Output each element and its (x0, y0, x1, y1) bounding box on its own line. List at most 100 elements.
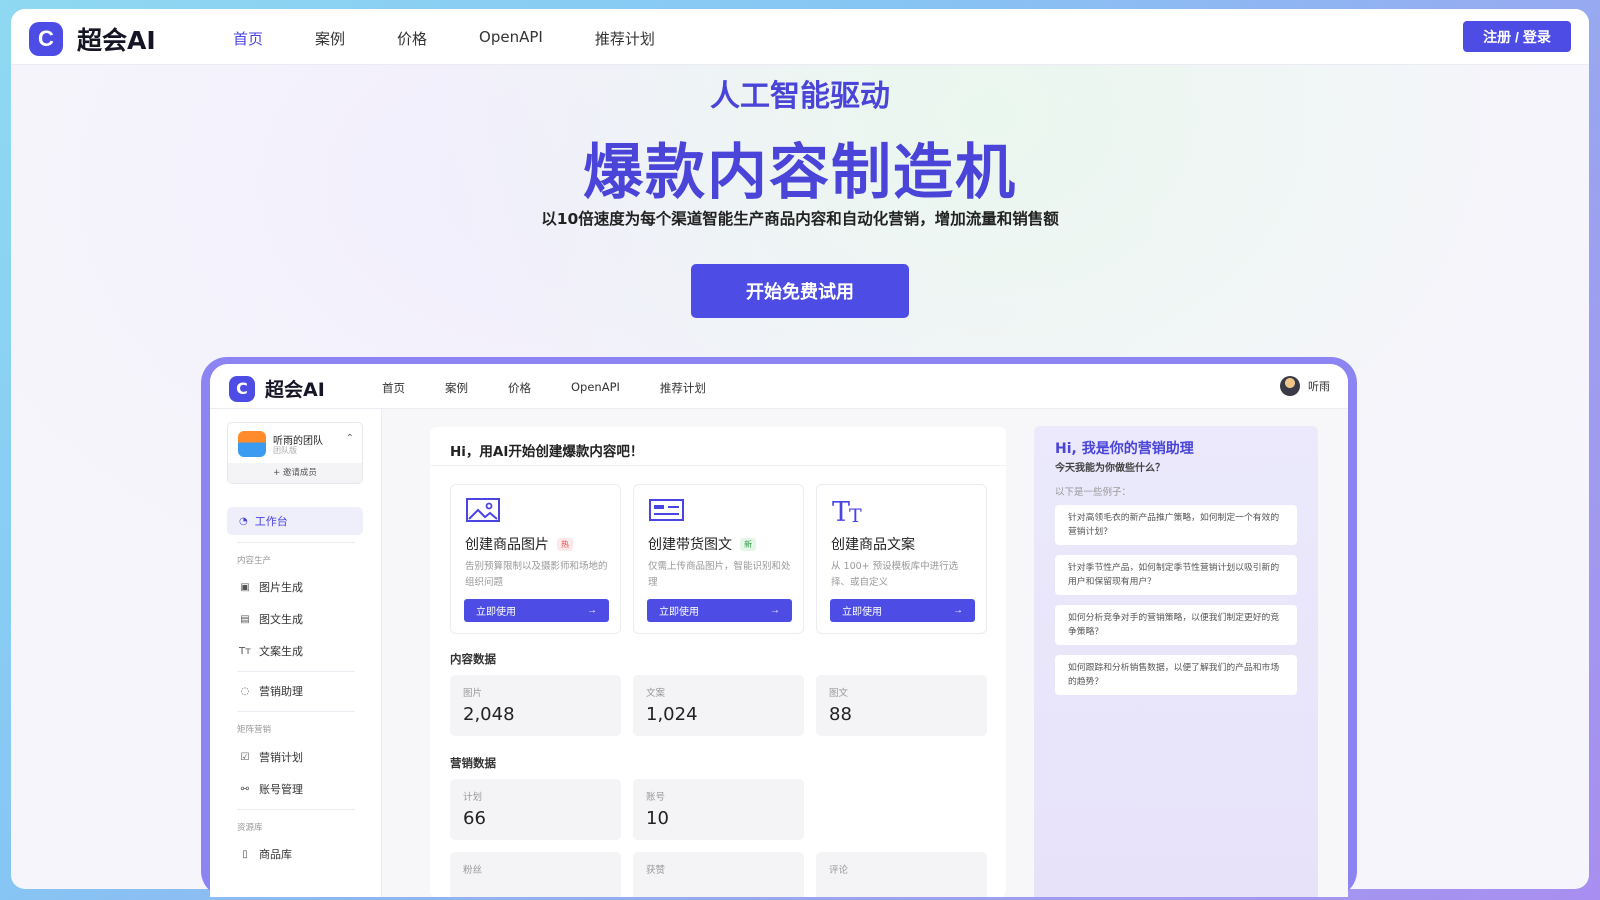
preview-logo-mark-icon: C (229, 375, 255, 402)
card-title: 创建带货图文新 (648, 534, 756, 554)
use-now-button[interactable]: 立即使用 → (464, 599, 609, 622)
example-prompt[interactable]: 如何跟踪和分析销售数据，以便了解我们的产品和市场的趋势？ (1055, 655, 1297, 695)
svg-text:T: T (832, 497, 850, 525)
file-icon: ▯ (242, 848, 248, 860)
stat-images: 图片 2,048 (450, 675, 621, 736)
hero-title: 爆款内容制造机 (583, 138, 1017, 208)
logo[interactable]: C 超会AI (29, 21, 156, 57)
start-free-trial-button[interactable]: 开始免费试用 (691, 264, 909, 318)
user-name: 听雨 (1308, 380, 1330, 393)
hero-subtitle: 以10倍速度为每个渠道智能生产商品内容和自动化营销，增加流量和销售额 (541, 210, 1059, 228)
sidebar-group-matrix: 矩阵营销 (237, 725, 272, 735)
text-icon: Tт (239, 645, 251, 657)
sidebar-item-assistant[interactable]: ◌ 营销助理 (239, 683, 303, 699)
nav-item-home[interactable]: 首页 (233, 28, 263, 49)
avatar (1280, 376, 1300, 396)
marketing-assistant-panel: Hi, 我是你的营销助理 今天我能为你做些什么？ 以下是一些例子： 针对高领毛衣… (1034, 426, 1318, 897)
logo-mark-icon: C (29, 22, 63, 56)
create-graphic-post-card[interactable]: 创建带货图文新 仅需上传商品图片，智能识别和处理 立即使用 → (633, 484, 804, 634)
team-plan: 团队版 (273, 446, 297, 455)
preview-nav-pricing[interactable]: 价格 (508, 380, 531, 396)
card-description: 从 100+ 预设模板库中进行选择、或自定义 (831, 561, 959, 588)
stat-plans: 计划 66 (450, 779, 621, 840)
sidebar-item-product-library[interactable]: ▯ 商品库 (239, 846, 292, 862)
card-description: 告别预算限制以及摄影师和场地的组织问题 (465, 561, 608, 588)
invite-member-button[interactable]: + 邀请成员 (228, 463, 362, 483)
preview-nav-home[interactable]: 首页 (382, 380, 405, 396)
arrow-right-icon: → (770, 605, 780, 616)
divider (237, 671, 355, 672)
sidebar-group-library: 资源库 (237, 823, 263, 833)
calendar-icon: ☑ (240, 751, 250, 763)
divider (430, 465, 1006, 466)
greeting: Hi，用AI开始创建爆款内容吧！ (450, 444, 644, 460)
divider (237, 711, 355, 712)
chat-icon: ◌ (240, 685, 250, 697)
app-preview-screen: C 超会AI 首页 案例 价格 OpenAPI 推荐计划 听雨 听雨的团队 团队… (210, 364, 1348, 897)
layout-icon (649, 499, 684, 521)
workbench-panel: Hi，用AI开始创建爆款内容吧！ 创建商品图片热 告别预算限制以及摄影师和场地的… (430, 427, 1006, 897)
sidebar-item-workbench[interactable]: ◔ 工作台 (227, 507, 363, 535)
use-now-button[interactable]: 立即使用 → (647, 599, 792, 622)
app-preview-frame: C 超会AI 首页 案例 价格 OpenAPI 推荐计划 听雨 听雨的团队 团队… (201, 357, 1357, 897)
preview-nav-openapi[interactable]: OpenAPI (571, 380, 620, 396)
layout-icon: ▤ (240, 613, 250, 625)
nav-item-cases[interactable]: 案例 (315, 28, 345, 49)
stat-copy: 文案 1,024 (633, 675, 804, 736)
preview-navbar: C 超会AI 首页 案例 价格 OpenAPI 推荐计划 听雨 (210, 364, 1348, 409)
marketing-data-heading: 营销数据 (450, 756, 496, 770)
card-description: 仅需上传商品图片，智能识别和处理 (648, 561, 791, 588)
new-badge: 新 (740, 537, 756, 551)
stat-accounts: 账号 10 (633, 779, 804, 840)
example-prompt[interactable]: 针对季节性产品，如何制定季节性营销计划以吸引新的用户和保留现有用户？ (1055, 555, 1297, 595)
sidebar-item-label: 工作台 (254, 515, 288, 528)
arrow-right-icon: → (953, 605, 963, 616)
brand-name: 超会AI (77, 26, 156, 55)
register-login-button[interactable]: 注册 / 登录 (1463, 21, 1571, 52)
team-avatar (238, 431, 266, 457)
example-prompt[interactable]: 如何分析竞争对手的营销策略，以便我们制定更好的竞争策略？ (1055, 605, 1297, 645)
sidebar-item-image-gen[interactable]: ▣ 图片生成 (239, 579, 303, 595)
sidebar-group-content: 内容生产 (237, 556, 272, 566)
card-title: 创建商品文案 (831, 537, 915, 553)
hero-eyebrow: 人工智能驱动 (710, 79, 890, 114)
main-nav: 首页 案例 价格 OpenAPI 推荐计划 (233, 28, 707, 49)
svg-text:T: T (849, 505, 862, 525)
top-navbar: C 超会AI 首页 案例 价格 OpenAPI 推荐计划 注册 / 登录 (11, 9, 1589, 65)
card-title: 创建商品图片热 (465, 534, 573, 554)
stat-likes: 获赞 (633, 852, 804, 897)
arrow-right-icon: → (587, 605, 597, 616)
sidebar-item-accounts[interactable]: ⚯ 账号管理 (239, 781, 303, 797)
nav-item-referral[interactable]: 推荐计划 (595, 28, 655, 49)
nav-item-pricing[interactable]: 价格 (397, 28, 427, 49)
divider (237, 542, 355, 543)
team-switcher[interactable]: 听雨的团队 团队版 ⌃ + 邀请成员 (227, 422, 363, 484)
preview-nav-referral[interactable]: 推荐计划 (660, 380, 706, 396)
preview-sidebar: 听雨的团队 团队版 ⌃ + 邀请成员 ◔ 工作台 内容生产 ▣ 图片生成 ▤ 图文生… (210, 409, 382, 897)
sidebar-item-copy-gen[interactable]: Tт 文案生成 (239, 643, 303, 659)
sidebar-item-marketing-plan[interactable]: ☑ 营销计划 (239, 749, 303, 765)
assistant-title: Hi, 我是你的营销助理 (1055, 441, 1194, 457)
sidebar-item-graphic-gen[interactable]: ▤ 图文生成 (239, 611, 303, 627)
preview-nav: 首页 案例 价格 OpenAPI 推荐计划 (382, 380, 746, 396)
text-icon: TT (832, 497, 862, 525)
dashboard-icon: ◔ (239, 515, 248, 527)
hot-badge: 热 (557, 537, 573, 551)
stat-graphics: 图文 88 (816, 675, 987, 736)
use-now-button[interactable]: 立即使用 → (830, 599, 975, 622)
nav-item-openapi[interactable]: OpenAPI (479, 28, 543, 49)
chevron-up-down-icon: ⌃ (345, 433, 354, 444)
divider (237, 809, 355, 810)
create-product-copy-card[interactable]: TT 创建商品文案 从 100+ 预设模板库中进行选择、或自定义 立即使用 → (816, 484, 987, 634)
stat-followers: 粉丝 (450, 852, 621, 897)
preview-brand-name: 超会AI (265, 379, 325, 401)
stat-comments: 评论 (816, 852, 987, 897)
preview-nav-cases[interactable]: 案例 (445, 380, 468, 396)
assistant-subtitle: 今天我能为你做些什么？ (1055, 463, 1165, 474)
examples-label: 以下是一些例子： (1055, 487, 1132, 498)
share-icon: ⚯ (240, 783, 250, 795)
content-data-heading: 内容数据 (450, 652, 496, 666)
create-product-image-card[interactable]: 创建商品图片热 告别预算限制以及摄影师和场地的组织问题 立即使用 → (450, 484, 621, 634)
example-prompt[interactable]: 针对高领毛衣的新产品推广策略，如何制定一个有效的营销计划？ (1055, 505, 1297, 545)
user-menu[interactable]: 听雨 (1280, 376, 1330, 396)
